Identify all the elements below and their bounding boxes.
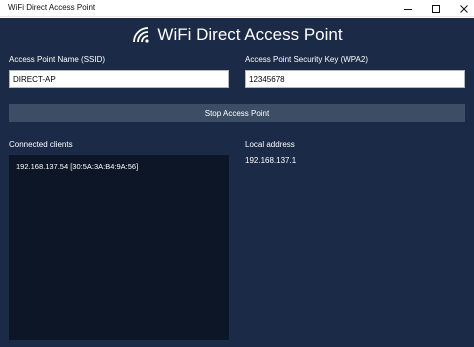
- wifi-icon: [133, 27, 150, 43]
- maximize-icon: [432, 4, 440, 13]
- minimize-button[interactable]: [394, 0, 422, 17]
- maximize-button[interactable]: [422, 0, 450, 17]
- clients-label: Connected clients: [9, 140, 73, 149]
- key-label: Access Point Security Key (WPA2): [245, 55, 368, 64]
- app-title: WiFi Direct Access Point: [157, 25, 343, 44]
- ssid-input[interactable]: [9, 70, 229, 88]
- title-bar: WiFi Direct Access Point: [0, 0, 474, 17]
- app-content: WiFi Direct Access Point Access Point Na…: [0, 18, 474, 347]
- local-address-label: Local address: [245, 140, 295, 149]
- list-item[interactable]: 192.168.137.54 [30:5A:3A:B4:9A:56]: [16, 162, 138, 171]
- ssid-label: Access Point Name (SSID): [9, 55, 106, 64]
- window-title: WiFi Direct Access Point: [8, 3, 96, 12]
- local-address-value: 192.168.137.1: [245, 156, 297, 165]
- minimize-icon: [404, 8, 412, 10]
- app-heading: WiFi Direct Access Point: [0, 23, 474, 47]
- close-button[interactable]: [450, 0, 474, 17]
- key-input[interactable]: [245, 70, 465, 88]
- clients-list[interactable]: 192.168.137.54 [30:5A:3A:B4:9A:56]: [9, 155, 229, 340]
- stop-access-point-button[interactable]: Stop Access Point: [9, 104, 465, 122]
- close-icon: [460, 4, 468, 13]
